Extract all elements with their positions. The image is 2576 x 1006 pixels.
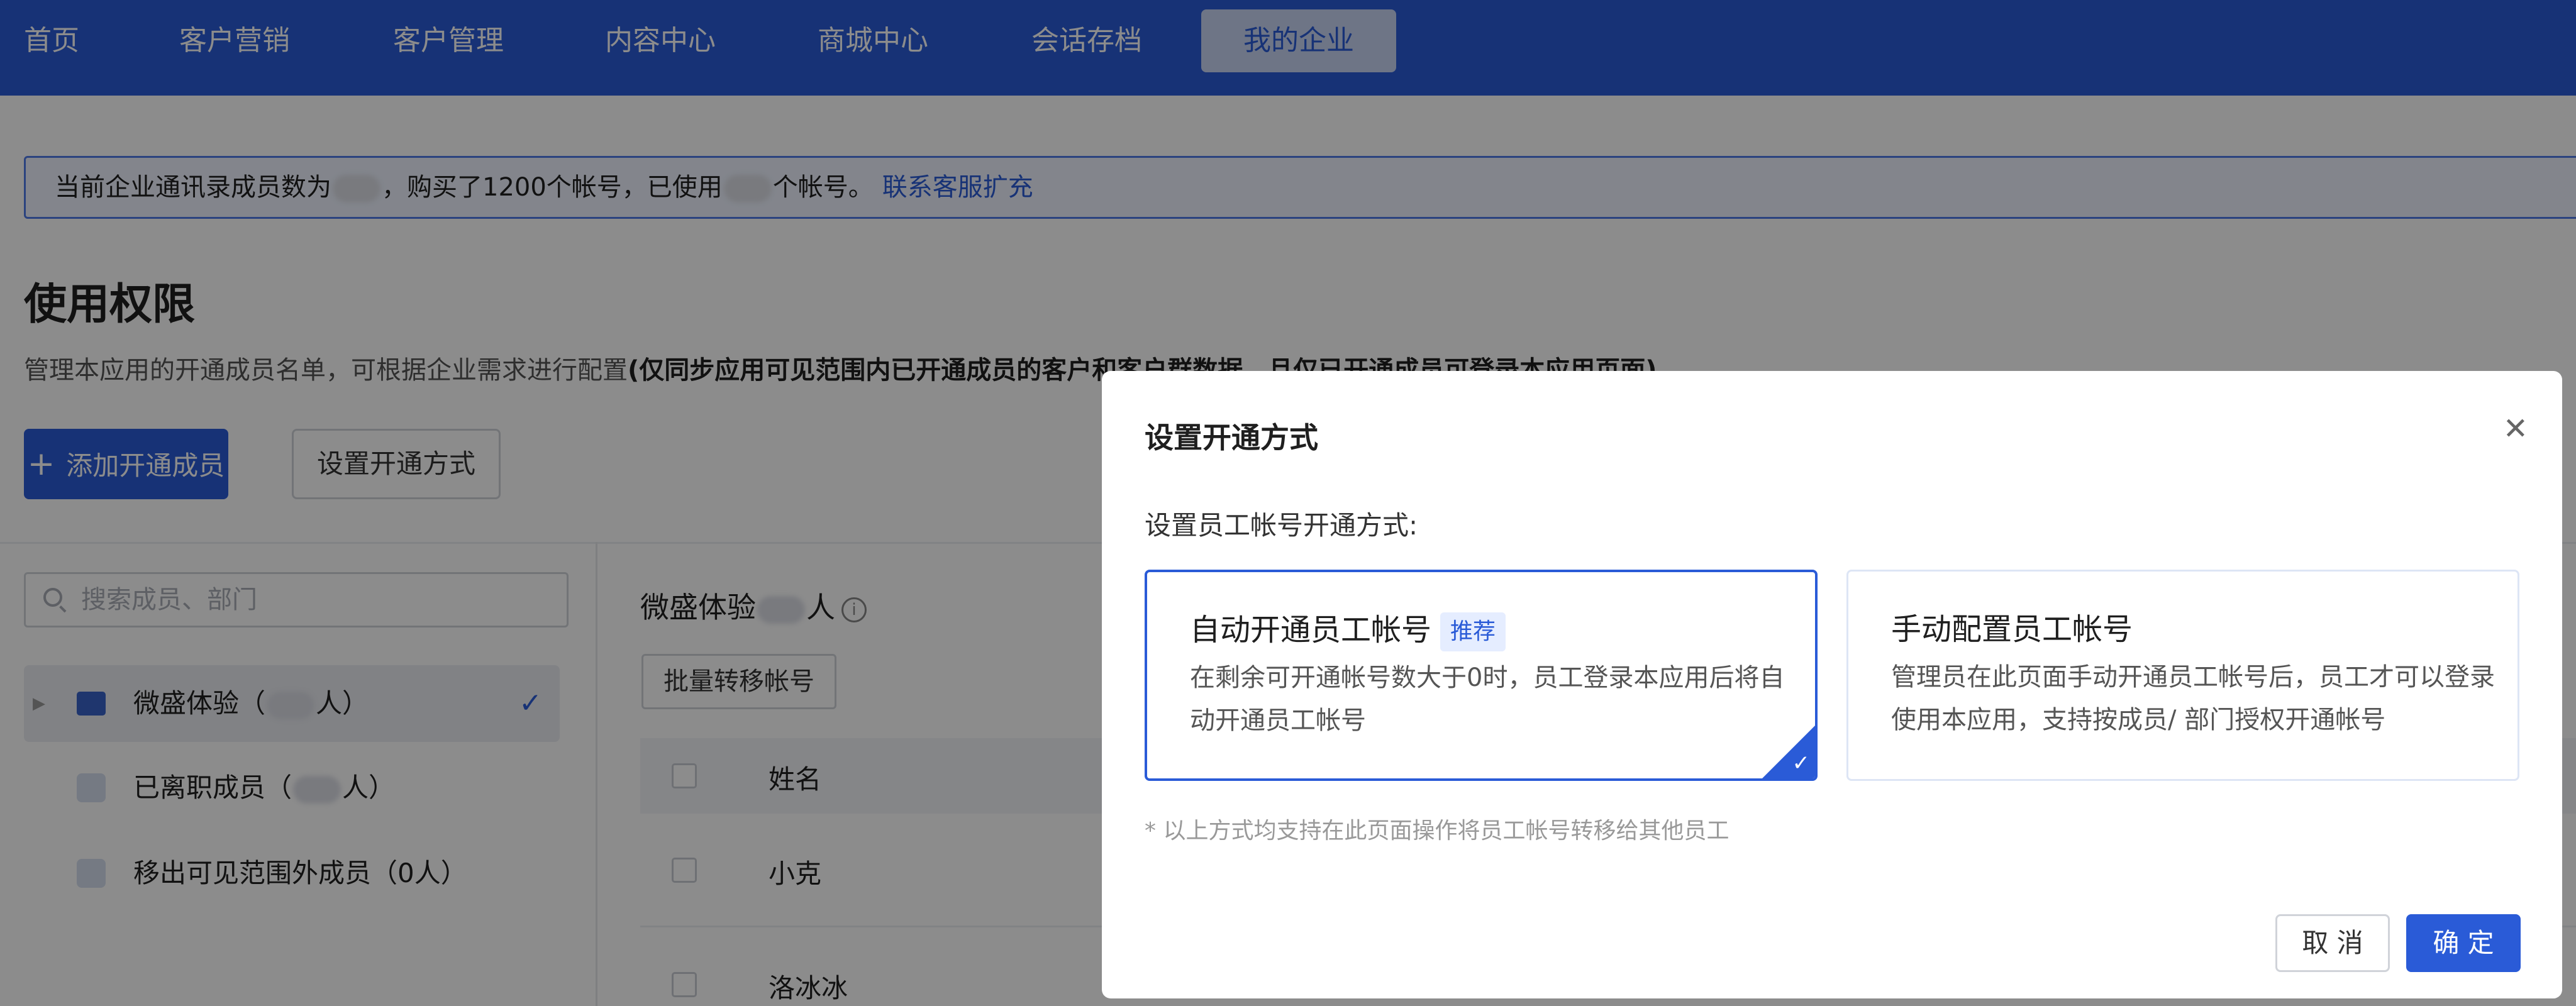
dialog-subtitle: 设置员工帐号开通方式: xyxy=(1145,510,1418,541)
dialog-note: * 以上方式均支持在此页面操作将员工帐号转移给其他员工 xyxy=(1145,818,1729,844)
check-icon: ✓ xyxy=(1792,751,1811,776)
option-auto-open[interactable]: 自动开通员工帐号 推荐 在剩余可开通帐号数大于0时，员工登录本应用后将自动开通员工… xyxy=(1145,570,1818,781)
setup-method-dialog: 设置开通方式 ✕ 设置员工帐号开通方式: 自动开通员工帐号 推荐 在剩余可开通帐号… xyxy=(1102,371,2562,998)
option-title: 自动开通员工帐号 推荐 xyxy=(1190,605,1506,651)
option-description: 在剩余可开通帐号数大于0时，员工登录本应用后将自动开通员工帐号 xyxy=(1190,663,1785,735)
close-icon[interactable]: ✕ xyxy=(2503,410,2528,448)
confirm-button[interactable]: 确 定 xyxy=(2406,914,2521,972)
option-manual-config[interactable]: 手动配置员工帐号 管理员在此页面手动开通员工帐号后，员工才可以登录使用本应用，支… xyxy=(1846,570,2519,781)
cancel-button[interactable]: 取 消 xyxy=(2275,914,2390,972)
dialog-title: 设置开通方式 xyxy=(1145,421,1318,455)
recommend-badge: 推荐 xyxy=(1440,612,1506,651)
option-description: 管理员在此页面手动开通员工帐号后，员工才可以登录使用本应用，支持按成员/ 部门授… xyxy=(1891,663,2495,734)
option-title: 手动配置员工帐号 xyxy=(1891,612,2133,647)
